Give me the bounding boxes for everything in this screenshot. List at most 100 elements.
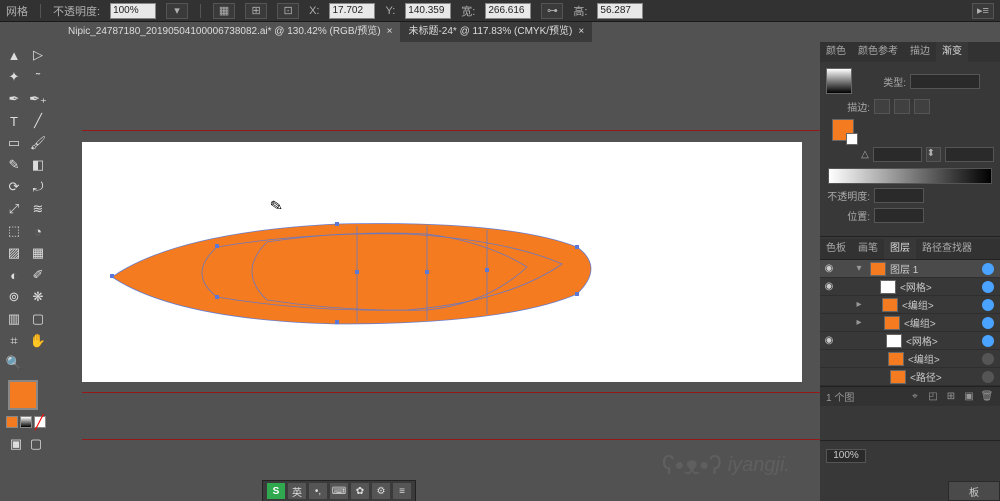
aspect-input[interactable]: [945, 147, 994, 162]
gradient-slider[interactable]: [828, 168, 992, 184]
align-icon[interactable]: ▦: [213, 3, 235, 19]
artboard-tool-icon[interactable]: ▢: [26, 308, 50, 330]
expand-icon[interactable]: ▾: [852, 263, 866, 274]
opacity-dropdown-icon[interactable]: ▾: [166, 3, 188, 19]
visibility-icon[interactable]: ◉: [820, 335, 838, 346]
layer-name[interactable]: <编组>: [908, 351, 982, 366]
symbol-sprayer-tool-icon[interactable]: ❋: [26, 286, 50, 308]
document-tab[interactable]: 未标题-24* @ 117.83% (CMYK/预览) ×: [400, 22, 592, 42]
blend-tool-icon[interactable]: ⊚: [2, 286, 26, 308]
opacity-input[interactable]: [110, 3, 156, 19]
ime-punct-icon[interactable]: •,: [309, 483, 327, 499]
stroke-mode-3-icon[interactable]: [914, 99, 930, 114]
width-tool-icon[interactable]: ≋: [26, 198, 50, 220]
gradient-mode-icon[interactable]: [20, 416, 32, 428]
line-tool-icon[interactable]: ╱: [26, 110, 50, 132]
stop-opacity-input[interactable]: [874, 188, 924, 203]
new-layer-icon[interactable]: ▣: [962, 390, 976, 404]
stop-position-input[interactable]: [874, 208, 924, 223]
scale-tool-icon[interactable]: ⤢: [2, 198, 26, 220]
eraser-tool-icon[interactable]: ◧: [26, 154, 50, 176]
direct-selection-tool-icon[interactable]: ▷: [26, 44, 50, 66]
lasso-tool-icon[interactable]: ῀: [26, 66, 50, 88]
add-anchor-tool-icon[interactable]: ✒₊: [26, 88, 50, 110]
zoom-input[interactable]: 100%: [826, 449, 866, 463]
layer-row[interactable]: ▸ <编组>: [820, 314, 1000, 332]
ime-lang-button[interactable]: 英: [288, 483, 306, 499]
tab-gradient[interactable]: 渐变: [936, 42, 968, 62]
layer-row[interactable]: <编组>: [820, 350, 1000, 368]
layer-row[interactable]: ◉ <网格>: [820, 278, 1000, 296]
transform-icon[interactable]: ⊞: [245, 3, 267, 19]
change-screen-icon[interactable]: ▢: [28, 436, 44, 452]
target-icon[interactable]: [982, 353, 994, 365]
corner-button[interactable]: 板: [948, 481, 1000, 501]
hand-tool-icon[interactable]: ✋: [26, 330, 50, 352]
layer-name[interactable]: <编组>: [902, 297, 982, 312]
mesh-tool-icon[interactable]: ▦: [26, 242, 50, 264]
ime-menu-icon[interactable]: ≡: [393, 483, 411, 499]
height-input[interactable]: [597, 3, 643, 19]
ime-settings-icon[interactable]: ⚙: [372, 483, 390, 499]
reflect-tool-icon[interactable]: ⤾: [26, 176, 50, 198]
expand-icon[interactable]: ▸: [852, 299, 866, 310]
width-input[interactable]: [485, 3, 531, 19]
tab-pathfinder[interactable]: 路径查找器: [916, 239, 978, 259]
layer-row[interactable]: ▸ <编组>: [820, 296, 1000, 314]
shape-builder-tool-icon[interactable]: ◔: [26, 220, 50, 242]
ime-keyboard-icon[interactable]: ⌨: [330, 483, 348, 499]
layer-name[interactable]: 图层 1: [890, 261, 982, 276]
document-tab[interactable]: Nipic_24787180_20190504100006738082.ai* …: [60, 22, 400, 42]
stroke-mode-2-icon[interactable]: [894, 99, 910, 114]
tab-color[interactable]: 颜色: [820, 42, 852, 62]
locate-object-icon[interactable]: ⌖: [908, 390, 922, 404]
close-icon[interactable]: ×: [578, 22, 584, 42]
fill-stroke-swatch[interactable]: [832, 119, 854, 141]
target-icon[interactable]: [982, 263, 994, 275]
gradient-type-dropdown[interactable]: [910, 74, 980, 89]
layer-name[interactable]: <网格>: [906, 333, 982, 348]
layer-name[interactable]: <编组>: [904, 315, 982, 330]
rotate-tool-icon[interactable]: ⟳: [2, 176, 26, 198]
fill-swatch[interactable]: [8, 380, 38, 410]
aspect-icon[interactable]: ⬍: [926, 147, 942, 162]
canvas[interactable]: ✎ ʕ•ᴥ•ʔ iyangji. S 英 •, ⌨ ✿ ⚙ ≡: [52, 42, 820, 501]
slice-tool-icon[interactable]: ⌗: [2, 330, 26, 352]
ime-bar[interactable]: S 英 •, ⌨ ✿ ⚙ ≡: [262, 480, 416, 501]
link-wh-icon[interactable]: ⊶: [541, 3, 563, 19]
perspective-tool-icon[interactable]: ▨: [2, 242, 26, 264]
layer-name[interactable]: <网格>: [900, 279, 982, 294]
color-mode-icon[interactable]: [6, 416, 18, 428]
ime-skin-icon[interactable]: ✿: [351, 483, 369, 499]
tab-stroke[interactable]: 描边: [904, 42, 936, 62]
visibility-icon[interactable]: ◉: [820, 281, 838, 292]
pencil-tool-icon[interactable]: ✎: [2, 154, 26, 176]
pen-tool-icon[interactable]: ✒: [2, 88, 26, 110]
tab-color-guide[interactable]: 颜色参考: [852, 42, 904, 62]
panel-menu-icon[interactable]: ▸≡: [972, 3, 994, 19]
gradient-tool-icon[interactable]: ◐: [2, 264, 26, 286]
free-transform-tool-icon[interactable]: ⬚: [2, 220, 26, 242]
screen-mode-icon[interactable]: ▣: [8, 436, 24, 452]
expand-icon[interactable]: ▸: [852, 317, 866, 328]
close-icon[interactable]: ×: [387, 22, 393, 42]
mesh-object[interactable]: [107, 212, 597, 332]
x-input[interactable]: [329, 3, 375, 19]
zoom-tool-icon[interactable]: 🔍: [2, 352, 26, 374]
stroke-mode-1-icon[interactable]: [874, 99, 890, 114]
new-sublayer-icon[interactable]: ⊞: [944, 390, 958, 404]
tab-layers[interactable]: 图层: [884, 239, 916, 259]
make-clip-icon[interactable]: ◰: [926, 390, 940, 404]
target-icon[interactable]: [982, 317, 994, 329]
magic-wand-tool-icon[interactable]: ✦: [2, 66, 26, 88]
paintbrush-tool-icon[interactable]: 🖌: [26, 132, 50, 154]
eyedropper-tool-icon[interactable]: ✐: [26, 264, 50, 286]
type-tool-icon[interactable]: T: [2, 110, 26, 132]
delete-layer-icon[interactable]: 🗑: [980, 390, 994, 404]
layer-row[interactable]: <路径>: [820, 368, 1000, 386]
column-graph-tool-icon[interactable]: ▥: [2, 308, 26, 330]
target-icon[interactable]: [982, 299, 994, 311]
target-icon[interactable]: [982, 335, 994, 347]
layer-row[interactable]: ◉ ▾ 图层 1: [820, 260, 1000, 278]
tab-brushes[interactable]: 画笔: [852, 239, 884, 259]
